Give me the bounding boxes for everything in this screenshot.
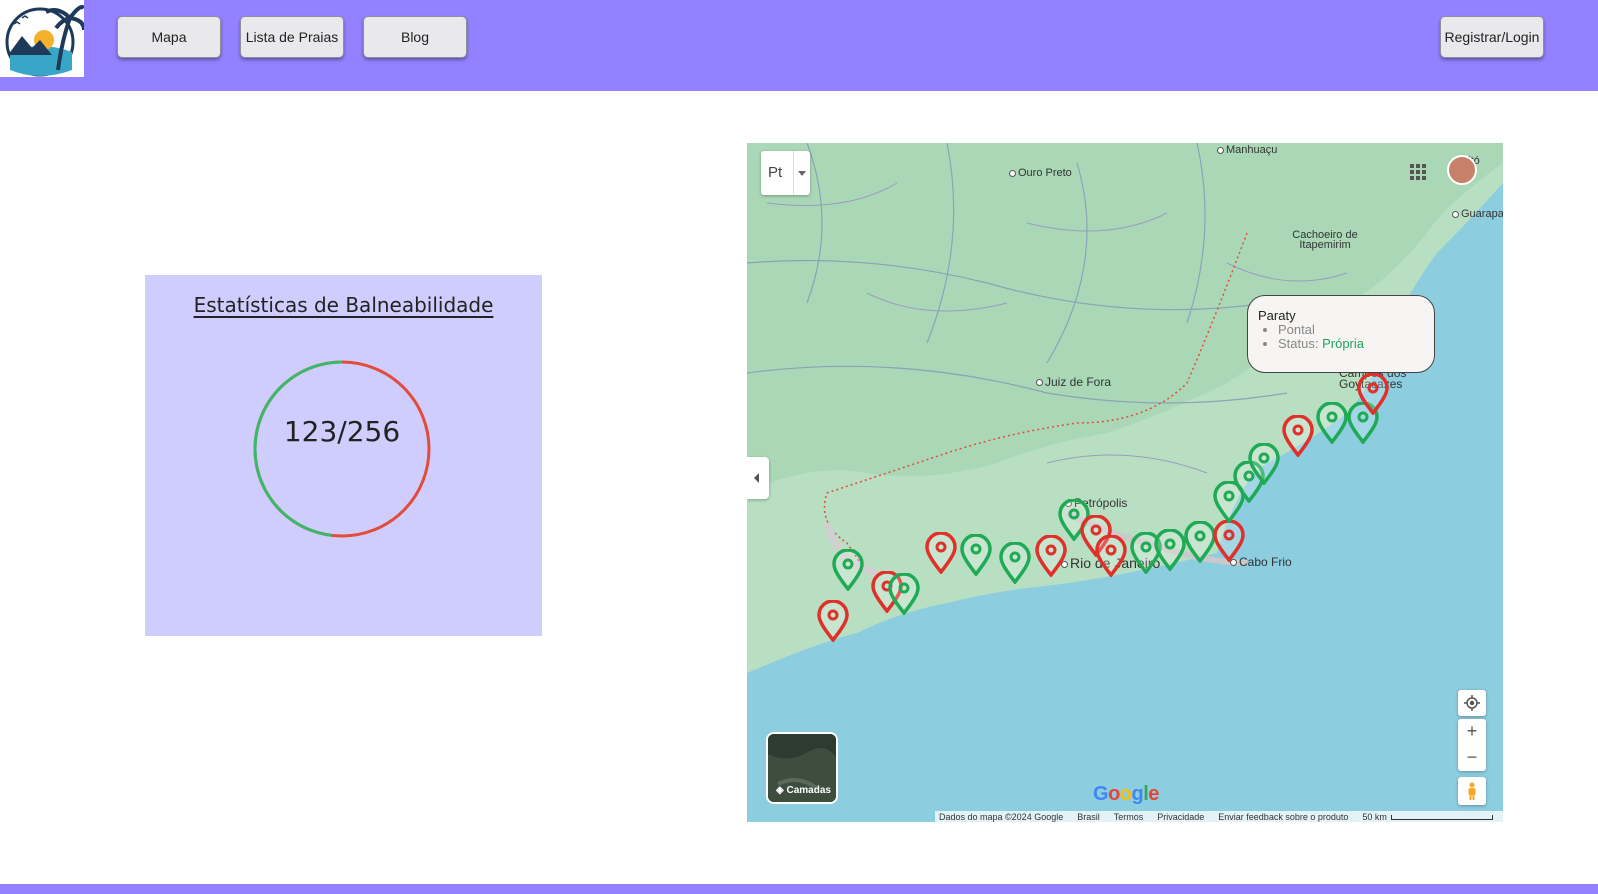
tooltip-title: Paraty (1258, 308, 1296, 323)
my-location-icon (1464, 695, 1480, 711)
beach-marker-impropria[interactable] (1034, 535, 1068, 577)
google-logo: Google (1093, 783, 1159, 805)
attribution-privacy[interactable]: Privacidade (1157, 812, 1204, 822)
place-ouro-preto: Ouro Preto (1009, 167, 1072, 179)
beach-marker-propria[interactable] (831, 549, 865, 591)
map-terrain (747, 143, 1503, 673)
nav-lista-praias-button[interactable]: Lista de Praias (240, 16, 344, 58)
pegman-icon (1468, 782, 1476, 800)
gauge-good-arc (253, 360, 431, 538)
nav-blog-button[interactable]: Blog (363, 16, 467, 58)
tooltip-status: Status: Própria (1278, 337, 1424, 351)
stats-title: Estatísticas de Balneabilidade (193, 293, 494, 317)
place-manhuacu: Manhuaçu (1217, 144, 1277, 156)
beach-marker-propria[interactable] (1315, 402, 1349, 444)
login-button[interactable]: Registrar/Login (1440, 16, 1544, 58)
zoom-in-button[interactable]: + (1467, 719, 1478, 745)
language-selector[interactable]: Pt (761, 151, 810, 195)
beach-marker-propria[interactable] (959, 534, 993, 576)
language-dropdown-icon[interactable] (798, 171, 806, 176)
beach-marker-impropria[interactable] (1094, 535, 1128, 577)
beach-marker-propria[interactable] (1247, 443, 1281, 485)
tooltip-list: Pontal Status: Própria (1258, 323, 1424, 351)
my-location-button[interactable] (1458, 690, 1486, 716)
beach-marker-propria[interactable] (887, 573, 921, 615)
top-navbar: Mapa Lista de Praias Blog Registrar/Logi… (0, 0, 1598, 91)
layers-icon: ◈ (776, 785, 787, 796)
footer-bar (0, 884, 1598, 894)
map-attribution: Dados do mapa ©2024 Google Brasil Termos… (935, 811, 1503, 822)
zoom-control: + − (1458, 719, 1486, 771)
layers-label: ◈ Camadas (776, 785, 831, 796)
gauge-value: 123/256 (283, 415, 401, 448)
beach-marker-impropria[interactable] (816, 600, 850, 642)
beach-marker-impropria[interactable] (1212, 520, 1246, 562)
map-scale[interactable]: 50 km (1362, 812, 1493, 822)
beach-marker-impropria[interactable] (1356, 373, 1390, 415)
zoom-out-button[interactable]: − (1467, 745, 1478, 771)
collapse-icon[interactable] (747, 457, 769, 499)
place-guarapari: Guarapa (1452, 208, 1503, 220)
tooltip-beach: Pontal (1278, 323, 1424, 337)
attribution-data: Dados do mapa ©2024 Google (939, 811, 1064, 822)
nav-mapa-button[interactable]: Mapa (117, 16, 221, 58)
beach-marker-impropria[interactable] (924, 532, 958, 574)
beach-marker-propria[interactable] (998, 542, 1032, 584)
google-map[interactable]: Manhuaçu Ouro Preto Vitó Guarapa Cachoei… (747, 143, 1503, 822)
logo-icon (5, 5, 84, 77)
beach-marker-impropria[interactable] (1281, 415, 1315, 457)
place-juiz-de-fora: Juiz de Fora (1036, 375, 1111, 389)
attribution-country[interactable]: Brasil (1077, 812, 1100, 822)
apps-grid-icon[interactable] (1409, 163, 1427, 181)
balneability-gauge (253, 360, 431, 538)
attribution-terms[interactable]: Termos (1114, 812, 1144, 822)
attribution-feedback[interactable]: Enviar feedback sobre o produto (1218, 812, 1348, 822)
site-logo[interactable] (0, 0, 84, 77)
place-cachoeiro: Cachoeiro de Itapemirim (1292, 229, 1358, 251)
tooltip-status-value: Própria (1322, 336, 1365, 351)
street-view-button[interactable] (1458, 777, 1486, 805)
marker-tooltip: Paraty Pontal Status: Própria (1247, 295, 1435, 373)
avatar[interactable] (1447, 155, 1477, 185)
beach-marker-propria[interactable] (1153, 529, 1187, 571)
stats-panel: Estatísticas de Balneabilidade 123/256 (145, 275, 542, 636)
layers-button[interactable]: ◈ Camadas (766, 732, 838, 804)
